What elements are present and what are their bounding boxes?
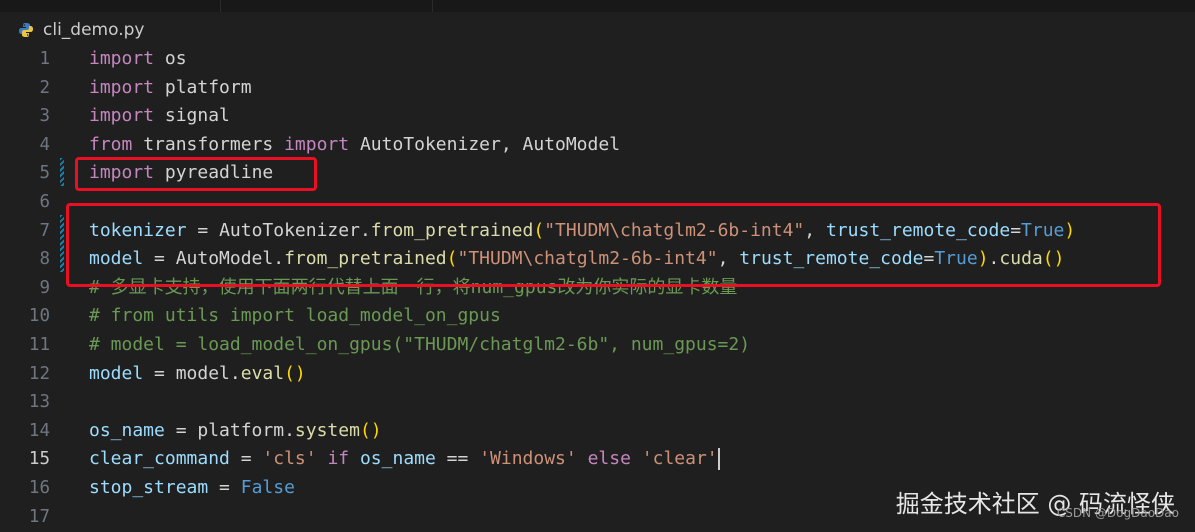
code-token: = [164,419,198,441]
code-token: eval [240,362,285,384]
code-token: AutoTokenizer, AutoModel [349,133,621,155]
tab-slot[interactable] [0,0,221,12]
code-token: import [89,48,155,69]
line-number: 13 [28,392,50,413]
code-line[interactable]: 2 import platform [0,74,1195,103]
code-token: import [284,133,350,155]
code-token: transformers [132,133,285,155]
code-token: = [208,477,241,498]
line-number: 5 [39,163,50,184]
code-token: () [284,362,306,384]
code-line[interactable]: 1 import os [0,45,1195,74]
code-line[interactable]: 11 # model = load_model_on_gpus("THUDM/ch… [0,331,1195,360]
line-number: 6 [39,192,50,212]
line-number: 14 [28,420,50,441]
code-text[interactable]: model = model.eval() [89,360,306,389]
code-token: from [89,133,133,155]
line-number: 2 [39,77,50,98]
code-line[interactable]: 3 import signal [0,102,1195,131]
code-token: platform. [197,419,295,441]
gutter-modified-indicator[interactable] [60,158,64,186]
code-text[interactable]: from transformers import AutoTokenizer, … [89,131,620,160]
code-line[interactable]: 12 model = model.eval() [0,360,1195,389]
code-token: os_name [359,448,436,470]
code-token: else [587,448,631,470]
line-number: 10 [28,306,50,327]
code-token: model [89,362,144,384]
line-number: 1 [39,49,50,69]
code-token: import [89,105,155,127]
code-text[interactable]: clear_command = 'cls' if os_name == 'Win… [89,445,720,474]
annotation-box-import [75,157,317,191]
code-token: # model = load_model_on_gpus("THUDM/chat… [89,334,751,355]
code-text[interactable]: # from utils import load_model_on_gpus [89,302,501,331]
code-token: import [89,76,155,98]
code-line[interactable]: 14 os_name = platform.system() [0,417,1195,446]
line-number: 17 [28,506,50,527]
breadcrumb-filename[interactable]: cli_demo.py [43,20,144,40]
code-line[interactable]: 4 from transformers import AutoTokenizer,… [0,131,1195,160]
code-token: signal [154,105,230,127]
code-text[interactable]: import os [89,45,187,74]
code-editor[interactable]: 1 import os 2 import platform 3 import signal… [0,45,1195,532]
line-number: 15 [28,449,50,470]
line-number: 3 [39,106,50,127]
csdn-watermark: CSDN @DogDaoDao [1056,506,1179,520]
code-token: == [435,448,480,470]
gutter-modified-indicator[interactable] [60,215,64,272]
tab-strip [0,0,1195,12]
code-token: os_name [89,419,165,441]
code-token: model. [175,362,241,384]
code-text[interactable]: # model = load_model_on_gpus("THUDM/chat… [89,331,750,360]
breadcrumb[interactable]: cli_demo.py [0,12,1195,48]
code-line[interactable]: 15 clear_command = 'cls' if os_name == 'W… [0,445,1195,474]
annotation-box-model-load [66,203,1161,287]
line-number: 11 [28,335,50,355]
code-token: 'cls' [262,448,317,470]
line-number: 8 [39,249,50,270]
line-number: 4 [39,134,50,155]
code-token: system [294,419,360,441]
code-token: 'Windows' [479,448,577,470]
code-token: clear_command [89,448,230,470]
code-text[interactable]: stop_stream = False [89,474,295,503]
code-text[interactable]: import platform [89,74,252,103]
code-text[interactable]: os_name = platform.system() [89,417,382,446]
line-number: 16 [28,478,50,498]
tab-slot[interactable] [220,0,433,12]
python-icon [18,22,34,38]
line-number: 12 [28,363,50,384]
code-token: False [240,477,295,498]
code-token: if [327,448,350,470]
code-token: 'clear' [641,448,718,470]
code-line[interactable]: 10 # from utils import load_model_on_gpus [0,302,1195,331]
code-token: = [143,362,176,384]
text-cursor [717,448,720,471]
line-number: 9 [39,277,50,298]
code-token: () [359,419,382,441]
code-token: = [229,448,263,470]
code-token: stop_stream [89,477,209,498]
code-text[interactable]: import signal [89,102,230,131]
code-token: os [154,48,187,69]
code-token: # from utils import load_model_on_gpus [89,305,501,327]
code-token: platform [154,76,252,98]
line-number: 7 [39,220,50,241]
code-line[interactable]: 13 [0,388,1195,417]
